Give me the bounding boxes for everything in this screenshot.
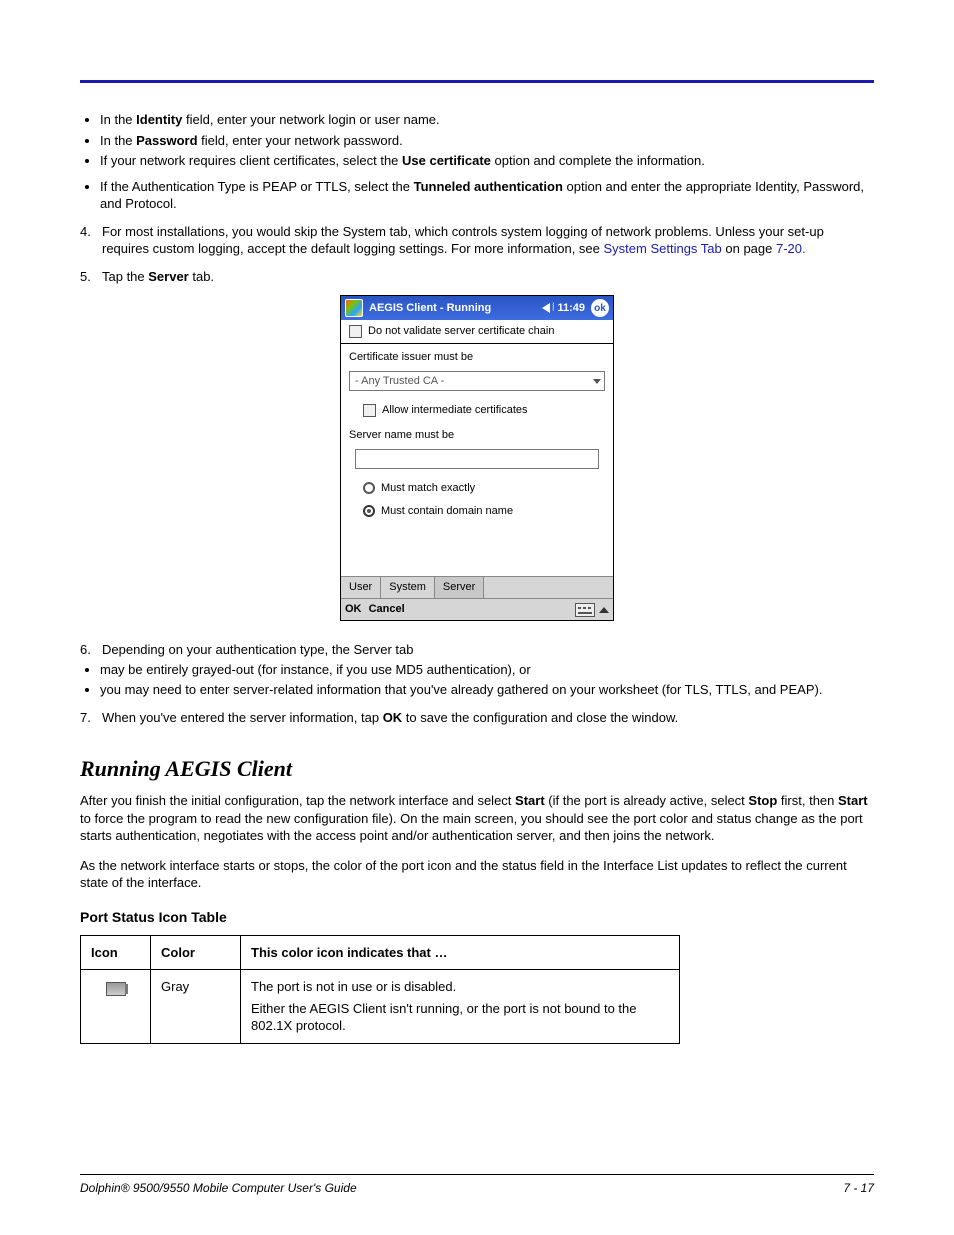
footer-ok-button[interactable]: OK [345,603,362,615]
window-title: AEGIS Client - Running [369,301,538,316]
contain-domain-label: Must contain domain name [381,504,513,519]
speaker-icon [542,303,550,313]
step-number: 5. [80,268,102,286]
port-gray-icon [106,982,126,996]
tab-server[interactable]: Server [435,577,484,598]
list-item: In the Password field, enter your networ… [100,132,874,150]
col-desc: This color icon indicates that … [241,935,680,970]
running-para-2: As the network interface starts or stops… [80,857,874,892]
match-exactly-radio[interactable] [363,482,375,494]
running-para-1: After you finish the initial configurati… [80,792,874,845]
footer-cancel-button[interactable]: Cancel [369,603,405,615]
running-heading: Running AEGIS Client [80,754,874,784]
issuer-label: Certificate issuer must be [341,344,613,367]
list-item: you may need to enter server-related inf… [100,681,874,699]
intermediate-checkbox[interactable] [363,404,376,417]
ok-button[interactable]: ok [591,299,609,317]
chevron-up-icon[interactable] [599,607,609,613]
intermediate-label: Allow intermediate certificates [382,403,528,418]
col-icon: Icon [81,935,151,970]
tab-system[interactable]: System [381,577,435,598]
list-item: In the Identity field, enter your networ… [100,111,874,129]
server-name-label: Server name must be [341,422,613,445]
col-color: Color [151,935,241,970]
windows-logo-icon [345,299,363,317]
list-item: If your network requires client certific… [100,152,874,170]
step-5-text: Tap the Server tab. [102,268,214,286]
port-table-title: Port Status Icon Table [80,908,874,927]
step-7-text: When you've entered the server informati… [102,709,678,727]
cell-color: Gray [151,970,241,1044]
keyboard-icon[interactable] [575,603,595,617]
contain-domain-radio[interactable] [363,505,375,517]
no-validate-checkbox[interactable] [349,325,362,338]
step-number: 4. [80,223,102,258]
footer-page: 7 - 17 [843,1181,874,1195]
system-settings-link[interactable]: System Settings Tab [604,241,722,256]
server-name-input[interactable] [355,449,599,469]
port-status-table: Icon Color This color icon indicates tha… [80,935,680,1044]
step-number: 7. [80,709,102,727]
table-row: Gray The port is not in use or is disabl… [81,970,680,1044]
list-item: may be entirely grayed-out (for instance… [100,661,874,679]
step-4-text: For most installations, you would skip t… [102,223,874,258]
identity-bullets: In the Identity field, enter your networ… [80,111,874,213]
cell-desc: The port is not in use or is disabled. E… [241,970,680,1044]
step-6-intro: Depending on your authentication type, t… [102,641,414,659]
chevron-down-icon [593,379,601,384]
match-exactly-label: Must match exactly [381,481,475,496]
clock: 11:49 [557,301,585,316]
no-validate-label: Do not validate server certificate chain [368,324,554,339]
page-link[interactable]: 7-20. [776,241,806,256]
signal-icon: ⦚ [552,301,553,316]
issuer-select[interactable]: - Any Trusted CA - [349,371,605,391]
step-number: 6. [80,641,102,659]
aegis-screenshot: AEGIS Client - Running ⦚ 11:49 ok Do not… [340,295,614,621]
window-titlebar: AEGIS Client - Running ⦚ 11:49 ok [341,296,613,320]
tab-user[interactable]: User [341,577,381,598]
footer-title: Dolphin® 9500/9550 Mobile Computer User'… [80,1181,357,1195]
list-item: If the Authentication Type is PEAP or TT… [100,178,874,213]
